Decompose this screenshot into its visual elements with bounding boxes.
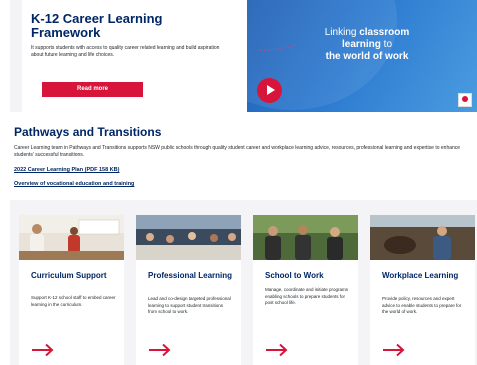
card-title: Workplace Learning (382, 271, 459, 280)
arrow-right-icon[interactable] (31, 343, 55, 357)
dotted-line-decoration (260, 43, 299, 51)
card-description: Manage, coordinate and initiate programs… (265, 287, 349, 305)
promo-text-5: the world of work (325, 51, 409, 62)
section-description: Career Learning team in Pathways and Tra… (14, 145, 461, 158)
hero-description: It supports students with access to qual… (31, 45, 220, 58)
card-workplace-learning[interactable]: Workplace Learning Provide policy, resou… (370, 215, 475, 365)
hero-title: K-12 Career Learning Framework (31, 11, 163, 40)
arrow-right-icon[interactable] (148, 343, 172, 357)
card-description: Lead and co-design targeted professional… (148, 296, 231, 314)
card-image-farm (370, 215, 475, 260)
card-title: Curriculum Support (31, 271, 107, 280)
card-curriculum-support[interactable]: Curriculum Support Support K-12 school s… (19, 215, 124, 365)
card-professional-learning[interactable]: Professional Learning Lead and co-design… (136, 215, 241, 365)
card-school-to-work[interactable]: School to Work Manage, coordinate and in… (253, 215, 358, 365)
promo-video-banner[interactable]: Linking classroom learning to the world … (247, 0, 477, 112)
section-title: Pathways and Transitions (14, 125, 162, 139)
card-title: School to Work (265, 271, 324, 280)
career-learning-plan-link[interactable]: 2022 Career Learning Plan (PDF 158 KB) (14, 167, 119, 173)
nsw-government-logo-icon (458, 93, 472, 107)
promo-text-4: to (380, 39, 393, 50)
card-image-students (253, 215, 358, 260)
card-title: Professional Learning (148, 271, 233, 280)
arrow-right-icon[interactable] (265, 343, 289, 357)
read-more-button[interactable]: Read more (42, 82, 143, 97)
vocational-education-overview-link[interactable]: Overview of vocational education and tra… (14, 181, 134, 187)
promo-text: Linking classroom learning to the world … (297, 27, 437, 63)
promo-text-3: learning (341, 39, 381, 50)
arrow-right-icon[interactable] (382, 343, 406, 357)
promo-text-2: classroom (359, 27, 410, 38)
card-description: Provide policy, resources and expert adv… (382, 296, 462, 314)
promo-text-1: Linking (324, 27, 360, 38)
card-image-classroom (19, 215, 124, 260)
card-image-workshop (136, 215, 241, 260)
page: K-12 Career Learning Framework It suppor… (0, 0, 477, 365)
card-description: Support K-12 school staff to embed caree… (31, 295, 116, 307)
play-video-icon[interactable] (257, 78, 282, 103)
